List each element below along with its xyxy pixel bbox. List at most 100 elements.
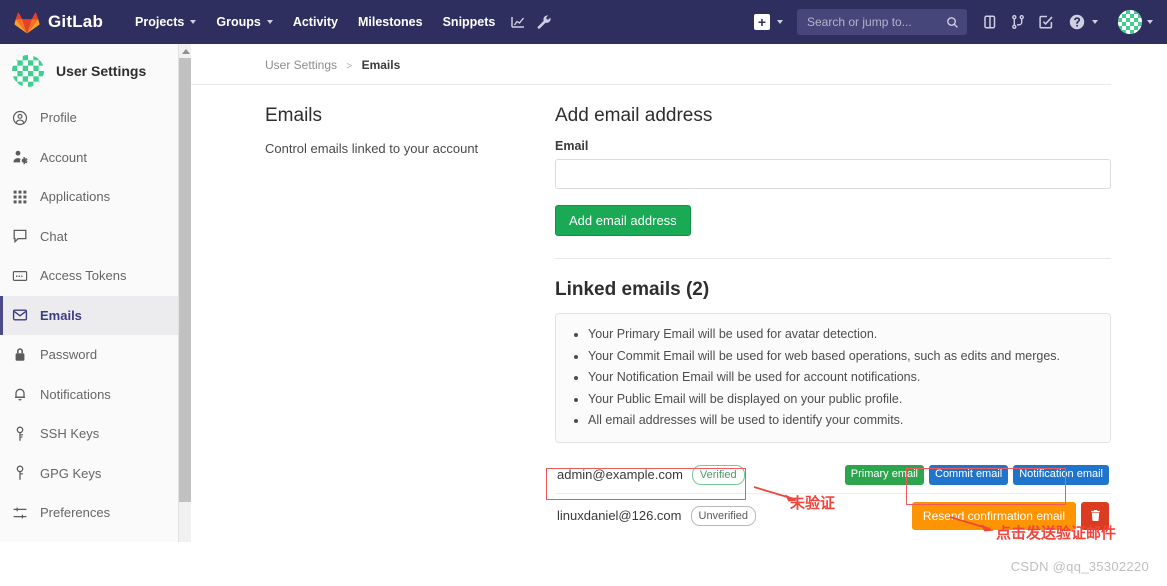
chart-icon[interactable] (505, 9, 531, 35)
issues-icon[interactable] (977, 9, 1003, 35)
sidebar-item-emails[interactable]: Emails (0, 295, 189, 335)
key-icon (16, 426, 24, 441)
linked-emails-title: Linked emails (2) (555, 279, 710, 300)
chevron-down-icon (1092, 20, 1098, 24)
navbar-right: + (746, 7, 1157, 37)
row-actions: Primary email Commit email Notification … (844, 464, 1109, 485)
notice-item: Your Primary Email will be used for avat… (588, 324, 1096, 346)
linked-emails-list: admin@example.com Verified Primary email… (555, 457, 1111, 538)
page-description: Control emails linked to your account (265, 141, 479, 156)
sidebar-item-notifications[interactable]: Notifications (0, 375, 189, 415)
sidebar-item-password[interactable]: Password (0, 335, 189, 375)
sidebar-item-label: Notifications (40, 386, 111, 402)
sidebar-item-ssh-keys[interactable]: SSH Keys (0, 414, 189, 454)
avatar (1118, 10, 1142, 34)
user-circle-icon (12, 110, 28, 125)
section-divider (555, 258, 1111, 259)
sidebar-item-profile[interactable]: Profile (0, 98, 189, 138)
sidebar-item-label: GPG Keys (40, 465, 102, 481)
main-content: User Settings > Emails Emails Control em… (191, 44, 1167, 586)
status-badge: Verified (691, 464, 745, 485)
user-menu[interactable] (1108, 7, 1157, 37)
emails-intro-column: Emails Control emails linked to your acc… (265, 105, 555, 538)
linked-emails-notice: Your Primary Email will be used for avat… (555, 313, 1111, 443)
sidebar-item-label: Password (40, 347, 98, 363)
notice-item: All email addresses will be used to iden… (588, 410, 1096, 432)
sliders-icon (13, 507, 27, 519)
nav-item-projects[interactable]: Projects (125, 9, 206, 35)
brand-name[interactable]: GitLab (48, 12, 103, 32)
chevron-down-icon (190, 20, 197, 24)
tag-primary-email: Primary email (844, 464, 924, 485)
envelope-icon (12, 309, 28, 321)
add-email-button[interactable]: Add email address (555, 205, 691, 236)
chevron-down-icon (266, 20, 273, 24)
nav-item-projects-label: Projects (135, 15, 185, 29)
sidebar-item-label: Access Tokens (40, 268, 127, 284)
user-gear-icon (13, 151, 28, 165)
resend-confirmation-email-button[interactable]: Resend confirmation email (911, 501, 1076, 530)
sidebar-item-label: Applications (40, 189, 111, 205)
help-menu[interactable] (1061, 9, 1106, 35)
sidebar-item-preferences[interactable]: Preferences (0, 493, 189, 533)
chevron-down-icon (777, 20, 783, 24)
gitlab-tanuki-icon[interactable] (14, 9, 40, 35)
sidebar-item-label: Profile (40, 110, 77, 126)
plus-square-icon: + (754, 14, 770, 30)
notice-item: Your Commit Email will be used for web b… (588, 346, 1096, 368)
notice-item: Your Notification Email will be used for… (588, 367, 1096, 389)
help-icon (1069, 14, 1085, 30)
nav-item-milestones[interactable]: Milestones (348, 9, 433, 35)
sidebar-header: User Settings (0, 44, 189, 98)
navbar-left: GitLab Projects Groups Activity Mileston… (14, 9, 557, 35)
sidebar-nav: Profile Account Applications Chat Access… (0, 98, 189, 533)
sidebar-item-label: SSH Keys (40, 426, 100, 442)
sidebar-item-applications[interactable]: Applications (0, 177, 189, 217)
search-input[interactable] (805, 14, 946, 30)
avatar (12, 55, 44, 87)
trash-icon (1090, 510, 1100, 522)
token-card-icon (12, 270, 28, 281)
tag-commit-email: Commit email (929, 464, 1009, 485)
table-row: admin@example.com Verified Primary email… (555, 457, 1111, 494)
merge-request-icon[interactable] (1005, 9, 1031, 35)
lock-icon (15, 347, 25, 361)
email-input[interactable] (555, 159, 1111, 189)
notice-item: Your Public Email will be displayed on y… (588, 389, 1096, 411)
sidebar-item-account[interactable]: Account (0, 138, 189, 178)
breadcrumb-current[interactable]: Emails (362, 58, 401, 72)
sidebar-item-gpg-keys[interactable]: GPG Keys (0, 454, 189, 494)
search-icon (947, 16, 958, 28)
settings-sidebar: User Settings Profile Account Applicatio… (0, 44, 190, 542)
email-address: linuxdaniel@126.com (557, 508, 682, 524)
nav-item-groups[interactable]: Groups (206, 9, 282, 35)
nav-item-groups-label: Groups (216, 15, 261, 29)
delete-email-button[interactable] (1081, 501, 1109, 530)
sidebar-item-label: Preferences (40, 505, 111, 521)
sidebar-item-chat[interactable]: Chat (0, 217, 189, 257)
row-actions: Resend confirmation email (911, 501, 1109, 530)
email-field-label: Email (555, 139, 589, 153)
search-box[interactable] (797, 9, 967, 35)
wrench-icon[interactable] (531, 9, 557, 35)
emails-form-column: Add email address Email Add email addres… (555, 105, 1111, 538)
table-row: linuxdaniel@126.com Unverified Resend co… (555, 494, 1111, 538)
sidebar-item-access-tokens[interactable]: Access Tokens (0, 256, 189, 296)
tag-notification-email: Notification email (1013, 464, 1109, 485)
top-navbar: GitLab Projects Groups Activity Mileston… (0, 0, 1167, 44)
nav-item-activity[interactable]: Activity (283, 9, 348, 35)
sidebar-item-label: Account (40, 149, 87, 165)
sidebar-scrollbar[interactable] (178, 44, 192, 542)
add-email-title: Add email address (555, 105, 713, 126)
breadcrumb: User Settings > Emails (191, 44, 1111, 85)
nav-item-snippets[interactable]: Snippets (433, 9, 506, 35)
sidebar-item-label: Emails (40, 307, 82, 323)
grid-apps-icon (13, 190, 27, 204)
settings-content: Emails Control emails linked to your acc… (191, 85, 1167, 538)
breadcrumb-root[interactable]: User Settings (265, 58, 337, 72)
page-root: GitLab Projects Groups Activity Mileston… (0, 0, 1167, 586)
todos-icon[interactable] (1033, 9, 1059, 35)
create-new-button[interactable]: + (746, 9, 791, 35)
key-icon (16, 465, 24, 481)
bell-icon (15, 388, 25, 401)
